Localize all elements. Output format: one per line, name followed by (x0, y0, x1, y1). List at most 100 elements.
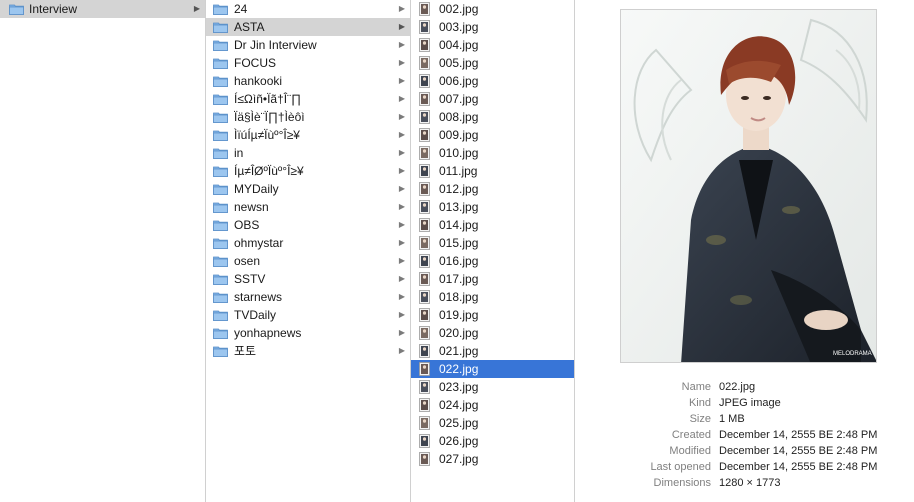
file-row[interactable]: 025.jpg (411, 414, 574, 432)
info-key: Name (681, 381, 711, 393)
column-1[interactable]: Interview ▶ (0, 0, 206, 502)
info-row: Kind JPEG image (575, 395, 914, 411)
file-row[interactable]: 024.jpg (411, 396, 574, 414)
info-value: 1280 × 1773 (719, 477, 781, 489)
file-label: 011.jpg (439, 164, 478, 178)
folder-label: 24 (234, 2, 248, 16)
folder-icon (213, 22, 228, 33)
image-file-icon (419, 146, 430, 160)
column-3[interactable]: 002.jpg 003.jpg 004.jpg 005.jpg 006.jpg 007.j… (411, 0, 575, 502)
folder-label: OBS (234, 218, 260, 232)
folder-row[interactable]: Interview ▶ (0, 0, 205, 18)
file-row[interactable]: 021.jpg (411, 342, 574, 360)
file-label: 019.jpg (439, 308, 479, 322)
chevron-right-icon: ▶ (398, 40, 406, 49)
chevron-right-icon: ▶ (398, 274, 406, 283)
info-row: Modified December 14, 2555 BE 2:48 PM (575, 443, 914, 459)
file-row[interactable]: 017.jpg (411, 270, 574, 288)
folder-row[interactable]: starnews ▶ (206, 288, 410, 306)
file-row[interactable]: 026.jpg (411, 432, 574, 450)
file-row[interactable]: 009.jpg (411, 126, 574, 144)
folder-row[interactable]: MYDaily ▶ (206, 180, 410, 198)
folder-row[interactable]: FOCUS ▶ (206, 54, 410, 72)
folder-row[interactable]: OBS ▶ (206, 216, 410, 234)
folder-row[interactable]: in ▶ (206, 144, 410, 162)
folder-row[interactable]: newsn ▶ (206, 198, 410, 216)
folder-row[interactable]: Í≤Ωìñ•Ïã†Î¨∏ ▶ (206, 90, 410, 108)
image-file-icon (419, 128, 430, 142)
info-row: Last opened December 14, 2555 BE 2:48 PM (575, 459, 914, 475)
file-row[interactable]: 013.jpg (411, 198, 574, 216)
file-row[interactable]: 003.jpg (411, 18, 574, 36)
file-row[interactable]: 005.jpg (411, 54, 574, 72)
info-key: Kind (688, 397, 711, 409)
folder-label: hankooki (234, 74, 283, 88)
chevron-right-icon: ▶ (398, 256, 406, 265)
file-row[interactable]: 011.jpg (411, 162, 574, 180)
folder-row[interactable]: osen ▶ (206, 252, 410, 270)
file-row[interactable]: 015.jpg (411, 234, 574, 252)
file-row[interactable]: 012.jpg (411, 180, 574, 198)
file-row[interactable]: 014.jpg (411, 216, 574, 234)
chevron-right-icon: ▶ (398, 328, 406, 337)
file-row[interactable]: 006.jpg (411, 72, 574, 90)
chevron-right-icon: ▶ (398, 58, 406, 67)
image-file-icon (419, 434, 430, 448)
image-file-icon (419, 200, 430, 214)
folder-row[interactable]: 포토 ▶ (206, 342, 410, 360)
column-2[interactable]: 24 ▶ ASTA ▶ Dr Jin Interview ▶ FOCUS ▶ hankooki ▶… (206, 0, 411, 502)
folder-icon (213, 310, 228, 321)
image-file-icon (419, 218, 430, 232)
image-file-icon (419, 20, 430, 34)
folder-row[interactable]: ÌïúÍµ≠Ïùº°Î≥¥ ▶ (206, 126, 410, 144)
folder-label: osen (234, 254, 261, 268)
file-row[interactable]: 023.jpg (411, 378, 574, 396)
file-row[interactable]: 016.jpg (411, 252, 574, 270)
folder-row[interactable]: hankooki ▶ (206, 72, 410, 90)
file-label: 015.jpg (439, 236, 479, 250)
info-key: Dimensions (653, 477, 711, 489)
folder-row[interactable]: Íµ≠ÎØºÏùº°Î≥¥ ▶ (206, 162, 410, 180)
file-row[interactable]: 020.jpg (411, 324, 574, 342)
folder-row[interactable]: yonhapnews ▶ (206, 324, 410, 342)
info-key: Modified (669, 445, 711, 457)
folder-icon (213, 346, 228, 357)
folder-row[interactable]: SSTV ▶ (206, 270, 410, 288)
chevron-right-icon: ▶ (398, 112, 406, 121)
image-file-icon (419, 164, 430, 178)
info-key: Created (671, 429, 711, 441)
chevron-right-icon: ▶ (398, 94, 406, 103)
chevron-right-icon: ▶ (398, 220, 406, 229)
file-row[interactable]: 010.jpg (411, 144, 574, 162)
file-row[interactable]: 019.jpg (411, 306, 574, 324)
file-row[interactable]: 002.jpg (411, 0, 574, 18)
chevron-right-icon: ▶ (398, 22, 406, 31)
folder-row[interactable]: ASTA ▶ (206, 18, 410, 36)
folder-row[interactable]: 24 ▶ (206, 0, 410, 18)
file-label: 006.jpg (439, 74, 479, 88)
info-row: Created December 14, 2555 BE 2:48 PM (575, 427, 914, 443)
file-row[interactable]: 022.jpg (411, 360, 574, 378)
folder-row[interactable]: Dr Jin Interview ▶ (206, 36, 410, 54)
file-row[interactable]: 018.jpg (411, 288, 574, 306)
folder-row[interactable]: TVDaily ▶ (206, 306, 410, 324)
file-row[interactable]: 008.jpg (411, 108, 574, 126)
info-row: Dimensions 1280 × 1773 (575, 475, 914, 491)
file-row[interactable]: 027.jpg (411, 450, 574, 468)
file-label: 003.jpg (439, 20, 479, 34)
file-row[interactable]: 004.jpg (411, 36, 574, 54)
chevron-right-icon: ▶ (398, 238, 406, 247)
folder-icon (213, 166, 228, 177)
info-value: December 14, 2555 BE 2:48 PM (719, 461, 878, 473)
folder-row[interactable]: Ïä§Ìè¨Ï∏†Ìèôì ▶ (206, 108, 410, 126)
folder-label: newsn (234, 200, 269, 214)
folder-icon (213, 40, 228, 51)
chevron-right-icon: ▶ (398, 310, 406, 319)
chevron-right-icon: ▶ (398, 184, 406, 193)
file-info: Name 022.jpg Kind JPEG image Size 1 MB Created… (575, 379, 914, 491)
file-label: 004.jpg (439, 38, 479, 52)
image-file-icon (419, 110, 430, 124)
folder-row[interactable]: ohmystar ▶ (206, 234, 410, 252)
folder-label: starnews (234, 290, 283, 304)
file-row[interactable]: 007.jpg (411, 90, 574, 108)
